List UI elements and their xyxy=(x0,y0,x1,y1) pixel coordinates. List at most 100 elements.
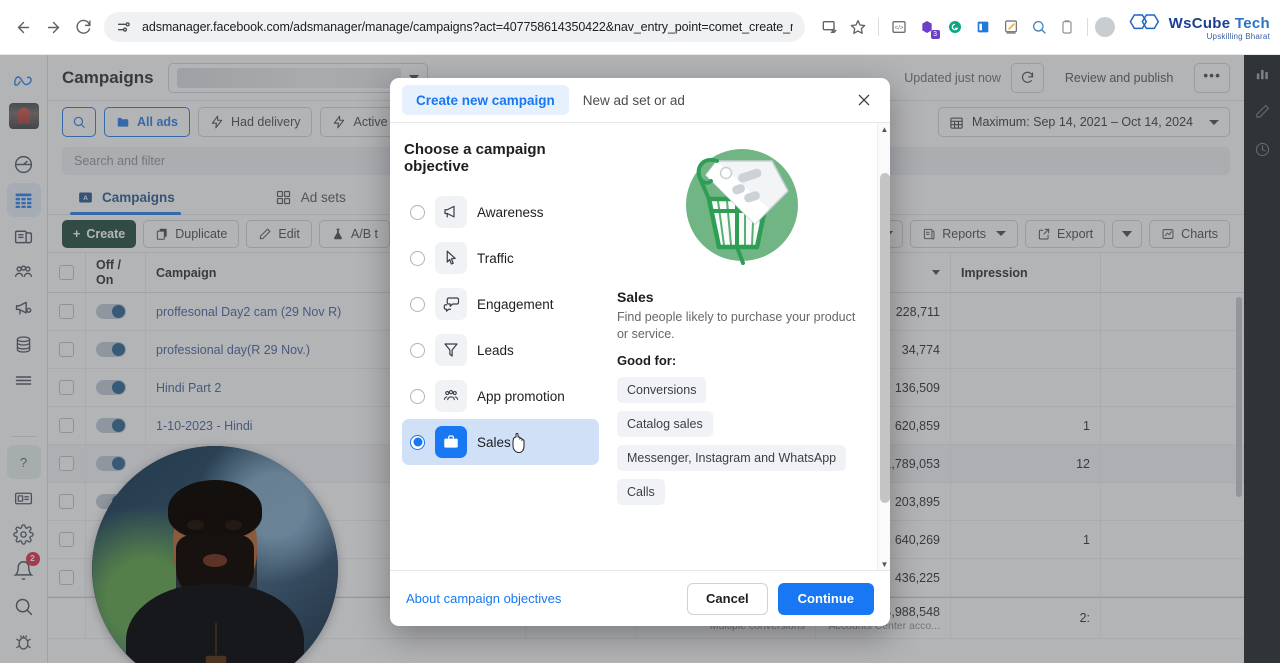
address-bar[interactable]: adsmanager.facebook.com/adsmanager/manag… xyxy=(104,12,805,42)
row-checkbox[interactable] xyxy=(48,293,86,330)
meta-logo-icon[interactable] xyxy=(7,63,41,97)
objective-label: Awareness xyxy=(477,204,544,220)
continue-button[interactable]: Continue xyxy=(777,582,874,615)
tab-new-ad-set-or-ad[interactable]: New ad set or ad xyxy=(569,85,699,115)
blue-extension-icon[interactable] xyxy=(970,14,996,40)
chevron-down-icon xyxy=(996,231,1007,236)
row-toggle[interactable] xyxy=(86,407,146,444)
pencil-icon[interactable] xyxy=(1250,99,1274,123)
pages-icon[interactable] xyxy=(7,219,41,253)
audiences-people-icon[interactable] xyxy=(7,255,41,289)
objective-option-sales[interactable]: Sales xyxy=(402,419,599,465)
scroll-down-icon[interactable]: ▼ xyxy=(878,558,890,570)
filter-chip-all-ads[interactable]: All ads xyxy=(104,107,190,137)
row-toggle[interactable] xyxy=(86,293,146,330)
billing-coins-icon[interactable] xyxy=(7,327,41,361)
profile-avatar[interactable] xyxy=(1094,17,1115,37)
create-label: Create xyxy=(86,226,126,241)
row-checkbox[interactable] xyxy=(48,521,86,558)
radio-button[interactable] xyxy=(410,342,425,358)
filter-chip-had-delivery[interactable]: Had delivery xyxy=(198,107,313,137)
reload-icon[interactable] xyxy=(68,12,98,42)
objective-label: Traffic xyxy=(477,250,514,266)
objective-label: Leads xyxy=(477,342,514,358)
purple-extension-icon[interactable]: 3 xyxy=(914,14,940,40)
reports-button[interactable]: Reports xyxy=(910,219,1019,248)
edit-button[interactable]: Edit xyxy=(246,219,312,248)
megaphone-icon[interactable] xyxy=(7,291,41,325)
radio-button[interactable] xyxy=(410,204,425,220)
objective-option-awareness[interactable]: Awareness xyxy=(402,189,599,235)
row-checkbox[interactable] xyxy=(48,483,86,520)
tab-ad-sets[interactable]: Ad sets xyxy=(261,180,360,214)
table-vertical-scrollbar[interactable] xyxy=(1236,297,1242,497)
clipboard-extension-icon[interactable] xyxy=(1054,14,1080,40)
menu-lines-icon[interactable] xyxy=(7,363,41,397)
export-label: Export xyxy=(1057,226,1094,241)
tag-conversions: Conversions xyxy=(616,376,707,403)
search-icon[interactable] xyxy=(7,589,41,623)
chevron-down-icon xyxy=(1122,230,1133,237)
objective-option-engagement[interactable]: Engagement xyxy=(402,281,599,327)
close-icon[interactable] xyxy=(850,86,878,114)
account-select-value xyxy=(176,67,401,88)
site-settings-icon[interactable] xyxy=(116,19,132,35)
tab-campaigns[interactable]: A Campaigns xyxy=(62,180,189,215)
ab-test-button[interactable]: A/B t xyxy=(318,219,390,248)
tab-create-new-campaign[interactable]: Create new campaign xyxy=(402,85,569,115)
charts-button[interactable]: Charts xyxy=(1149,219,1230,248)
clock-icon[interactable] xyxy=(1250,137,1274,161)
objective-label: Sales xyxy=(477,434,511,450)
about-campaign-objectives-link[interactable]: About campaign objectives xyxy=(406,591,561,606)
row-checkbox[interactable] xyxy=(48,445,86,482)
row-checkbox[interactable] xyxy=(48,331,86,368)
cancel-button[interactable]: Cancel xyxy=(687,582,768,615)
install-app-icon[interactable] xyxy=(817,14,843,40)
search-icon[interactable] xyxy=(62,107,96,137)
notes-extension-icon[interactable] xyxy=(998,14,1024,40)
settings-gear-icon[interactable] xyxy=(7,517,41,551)
radio-button[interactable] xyxy=(410,296,425,312)
row-checkbox[interactable] xyxy=(48,407,86,444)
objective-option-traffic[interactable]: Traffic xyxy=(402,235,599,281)
news-card-icon[interactable] xyxy=(7,481,41,515)
export-dropdown-button[interactable] xyxy=(1112,219,1143,248)
radio-button[interactable] xyxy=(410,388,425,404)
bar-chart-icon[interactable] xyxy=(1250,61,1274,85)
date-range-picker[interactable]: Maximum: Sep 14, 2021 – Oct 14, 2024 xyxy=(938,107,1230,137)
tag-messenger-instagram-whatsapp: Messenger, Instagram and WhatsApp xyxy=(616,444,847,471)
review-and-publish-button[interactable]: Review and publish xyxy=(1053,62,1185,93)
notifications-bell-icon[interactable]: 2 xyxy=(7,552,41,587)
star-icon[interactable] xyxy=(845,14,871,40)
radio-button[interactable] xyxy=(410,250,425,266)
forward-arrow-icon[interactable] xyxy=(38,12,68,42)
code-extension-icon[interactable]: </> xyxy=(886,14,912,40)
create-button[interactable]: + Create xyxy=(62,219,137,248)
dashboard-gauge-icon[interactable] xyxy=(7,147,41,181)
account-thumbnail[interactable] xyxy=(7,99,41,133)
back-arrow-icon[interactable] xyxy=(8,12,38,42)
scrollbar-thumb[interactable] xyxy=(879,173,890,503)
more-options-button[interactable]: ••• xyxy=(1194,62,1230,93)
row-checkbox[interactable] xyxy=(48,559,86,596)
row-checkbox[interactable] xyxy=(48,369,86,406)
radio-button[interactable] xyxy=(410,434,425,450)
table-grid-icon[interactable] xyxy=(6,183,41,217)
scroll-up-icon[interactable]: ▲ xyxy=(878,123,890,135)
bug-icon[interactable] xyxy=(7,625,41,659)
magnifier-extension-icon[interactable] xyxy=(1026,14,1052,40)
column-impressions[interactable]: Impression xyxy=(951,253,1101,292)
grammarly-extension-icon[interactable] xyxy=(942,14,968,40)
export-button[interactable]: Export xyxy=(1025,219,1106,248)
refresh-icon[interactable] xyxy=(1010,62,1044,93)
select-all-checkbox[interactable] xyxy=(48,253,86,292)
objective-option-app-promotion[interactable]: App promotion xyxy=(402,373,599,419)
row-toggle[interactable] xyxy=(86,331,146,368)
row-toggle[interactable] xyxy=(86,369,146,406)
impressions-cell xyxy=(951,331,1101,368)
account-select[interactable] xyxy=(167,62,428,93)
help-question-icon[interactable]: ? xyxy=(6,445,41,479)
duplicate-button[interactable]: Duplicate xyxy=(143,219,240,248)
objective-option-leads[interactable]: Leads xyxy=(402,327,599,373)
modal-scrollbar[interactable]: ▲ ▼ xyxy=(877,123,890,570)
